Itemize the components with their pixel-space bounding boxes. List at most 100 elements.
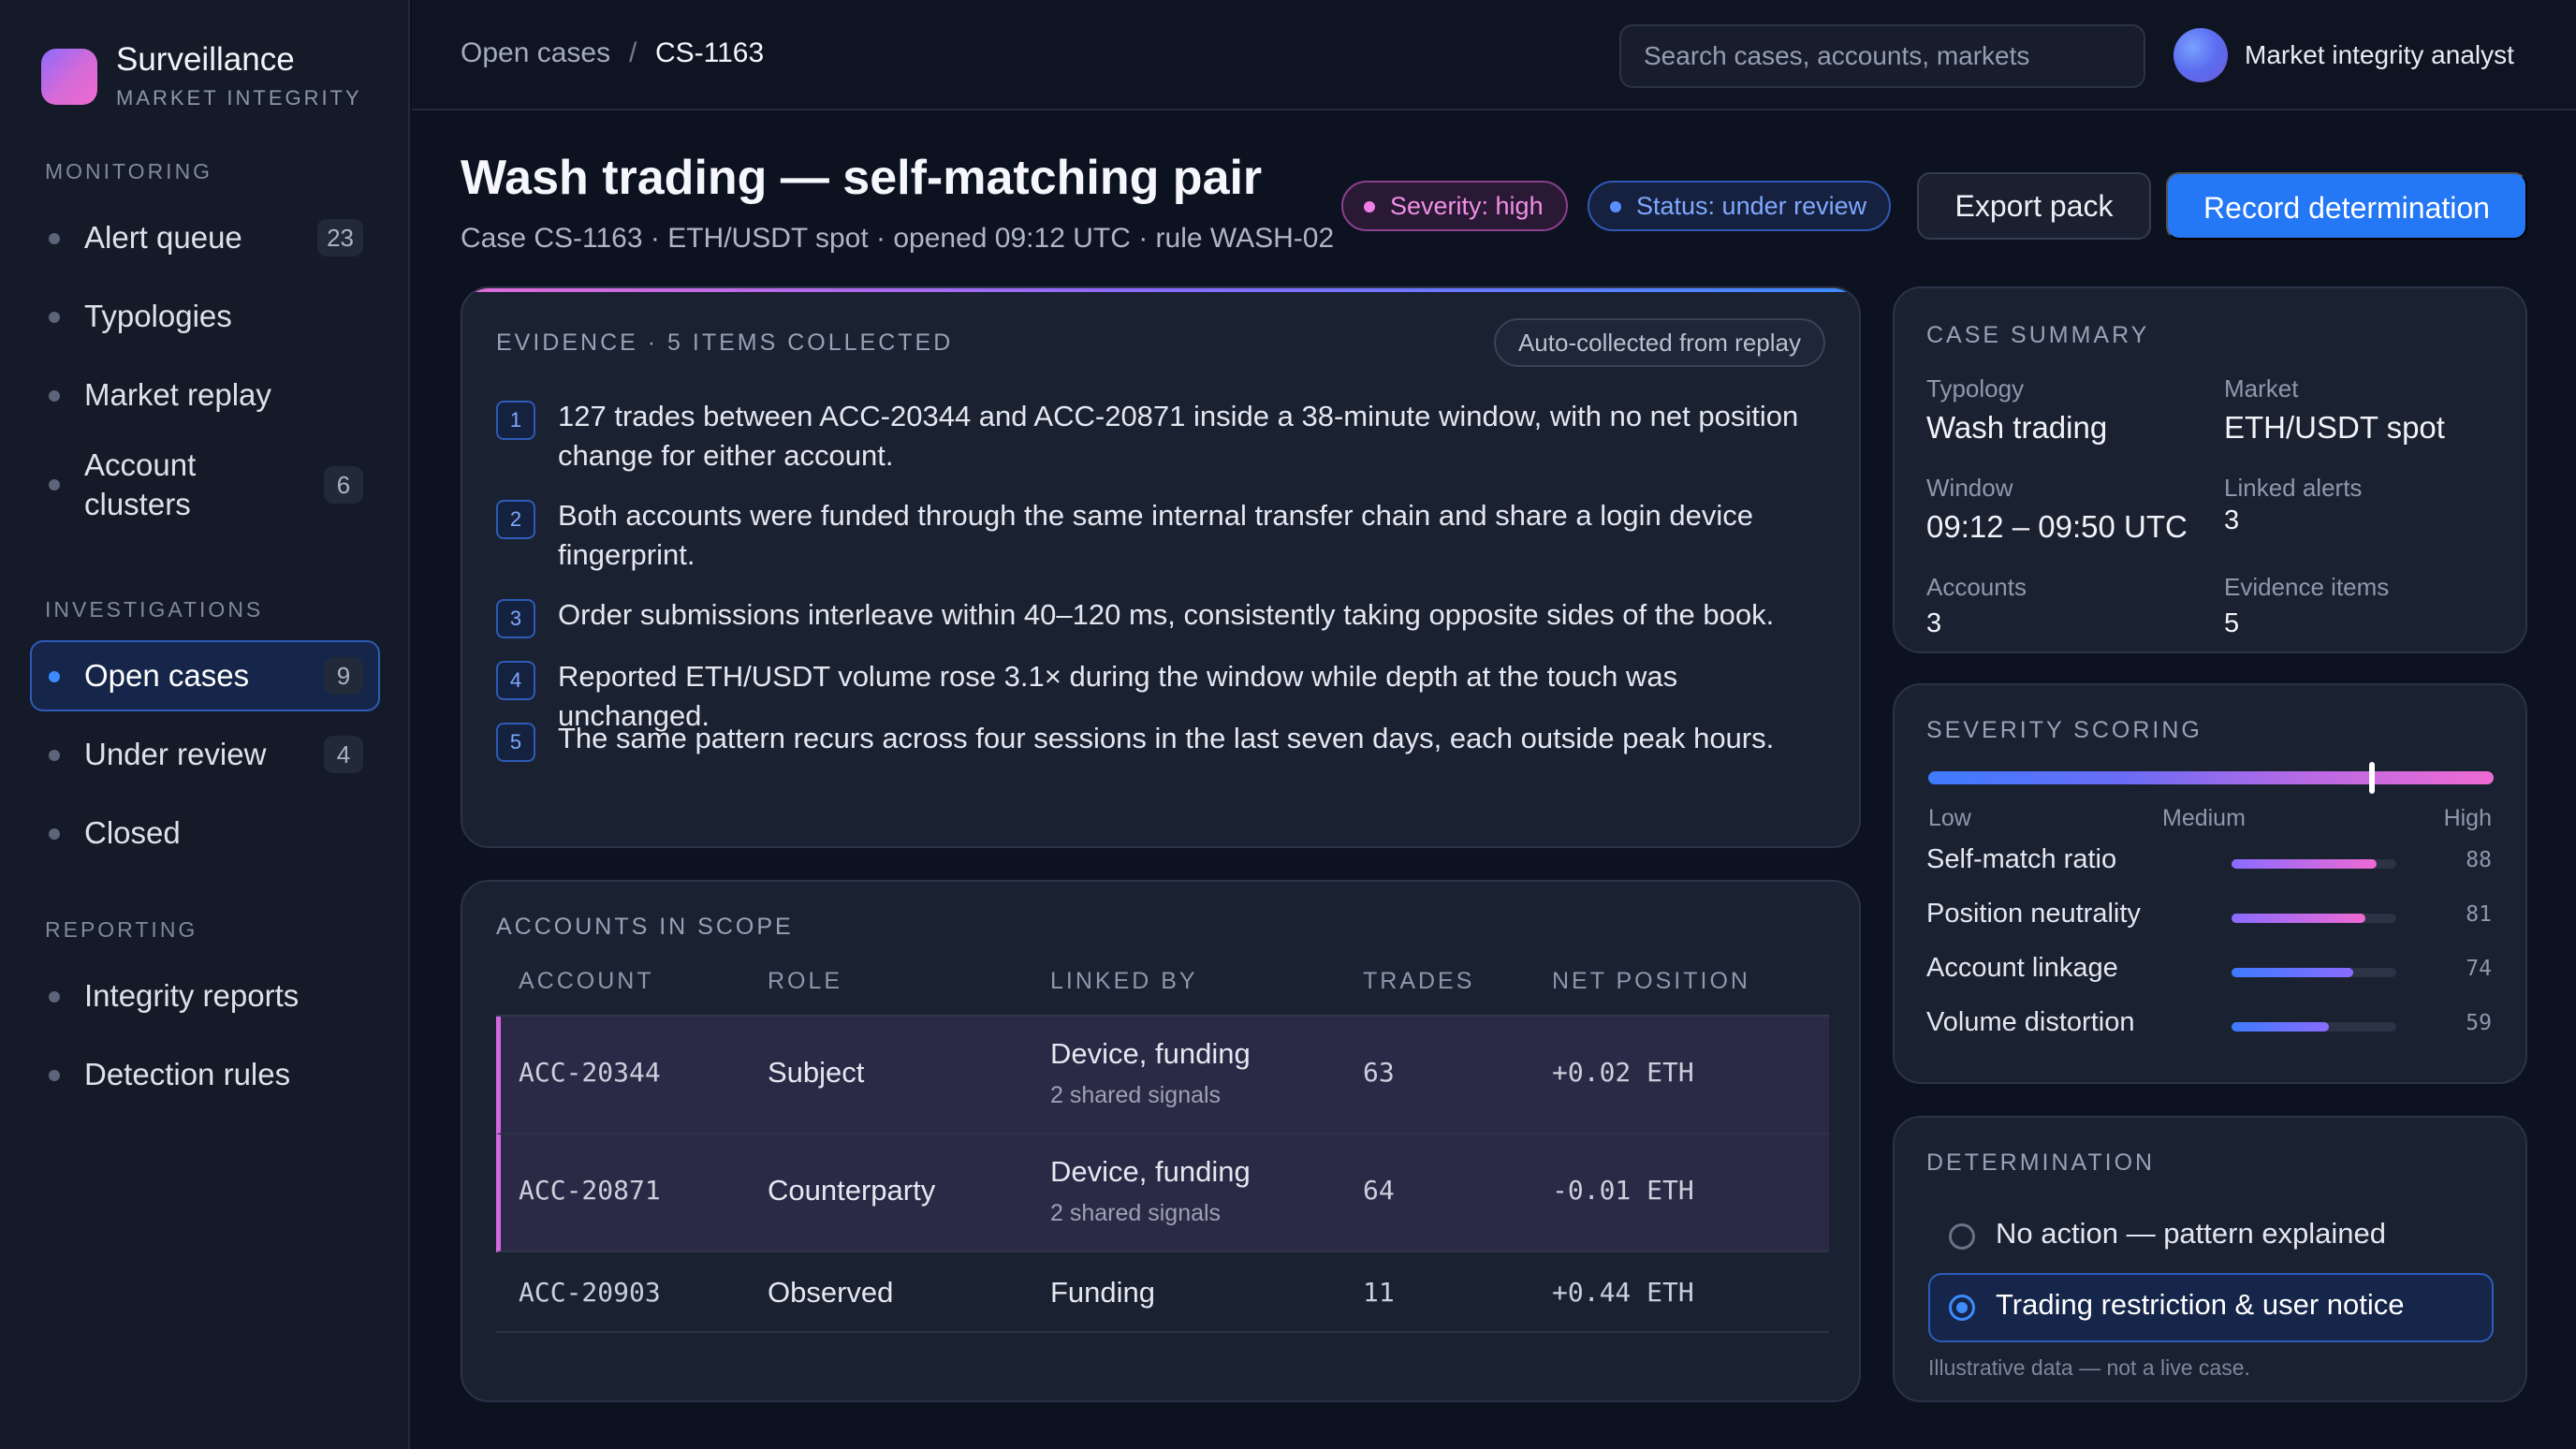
bullet-icon: [49, 991, 60, 1003]
metric-track: [2232, 914, 2396, 923]
sidebar-item-label: Under review: [84, 737, 267, 771]
metric-fill: [2232, 968, 2354, 977]
sidebar-item-closed[interactable]: Closed: [30, 798, 380, 869]
sidebar-item-under-review[interactable]: Under review 4: [30, 719, 380, 790]
bullet-icon: [49, 1070, 60, 1081]
trade-count: 64: [1363, 1175, 1395, 1206]
net-position: +0.02 ETH: [1552, 1057, 1694, 1088]
metric-fill: [2232, 914, 2365, 923]
metric-value: 74: [2466, 957, 2492, 981]
summary-value-typology: Wash trading: [1926, 410, 2108, 445]
sidebar-item-count: 4: [324, 736, 363, 773]
net-position: -0.01 ETH: [1552, 1175, 1694, 1206]
accounts-title: ACCOUNTS IN SCOPE: [496, 914, 794, 940]
sidebar-item-account-clusters[interactable]: Account clusters 6: [30, 440, 380, 530]
evidence-card: EVIDENCE · 5 ITEMS COLLECTED Auto-collec…: [461, 286, 1861, 848]
sidebar-item-open-cases[interactable]: Open cases 9: [30, 640, 380, 711]
sidebar-item-detection-rules[interactable]: Detection rules: [30, 1039, 380, 1110]
account-role: Counterparty: [768, 1174, 936, 1207]
brand-subtitle: MARKET INTEGRITY: [116, 86, 362, 110]
column-header-linked-by: LINKED BY: [1050, 968, 1198, 994]
metric-label: Volume distortion: [1926, 1007, 2135, 1037]
radio-icon[interactable]: [1949, 1223, 1975, 1250]
option-no-action[interactable]: No action — pattern explained: [1928, 1202, 2494, 1271]
sidebar-item-market-replay[interactable]: Market replay: [30, 359, 380, 431]
summary-label-market: Market: [2224, 374, 2299, 402]
brand-name: Surveillance: [116, 41, 295, 78]
sidebar-item-typologies[interactable]: Typologies: [30, 281, 380, 352]
account-id: ACC-20871: [519, 1175, 661, 1206]
sidebar-item-label: Account clusters: [84, 447, 197, 521]
page-title: Wash trading — self-matching pair: [461, 151, 1263, 205]
sidebar-item-label: Integrity reports: [84, 978, 300, 1013]
determination-card: DETERMINATION No action — pattern explai…: [1893, 1116, 2527, 1402]
severity-marker: [2369, 762, 2376, 794]
evidence-number: 2: [496, 500, 535, 539]
account-role: Subject: [768, 1056, 865, 1089]
column-header-trades: TRADES: [1363, 968, 1475, 994]
linked-by: Device, funding: [1050, 1155, 1251, 1188]
case-summary-title: CASE SUMMARY: [1926, 322, 2150, 348]
breadcrumb-open-cases[interactable]: Open cases: [461, 37, 610, 69]
metric-fill: [2232, 859, 2377, 869]
option-label: Trading restriction & user notice: [1996, 1288, 2405, 1321]
evidence-title: EVIDENCE · 5 ITEMS COLLECTED: [496, 329, 954, 356]
status-badge: Status: under review: [1588, 181, 1892, 231]
bullet-icon: [49, 750, 60, 761]
avatar[interactable]: [2174, 28, 2228, 82]
case-summary-card: CASE SUMMARY Typology Wash trading Marke…: [1893, 286, 2527, 653]
option-trading-restriction[interactable]: Trading restriction & user notice: [1928, 1273, 2494, 1342]
breadcrumb-current: CS-1163: [655, 37, 765, 68]
record-determination-button[interactable]: Record determination: [2166, 172, 2527, 240]
table-row[interactable]: ACC-20871 Counterparty Device, funding 2…: [496, 1134, 1829, 1252]
summary-label-typology: Typology: [1926, 374, 2025, 402]
sidebar-item-alert-queue[interactable]: Alert queue 23: [30, 202, 380, 273]
auto-collected-tag: Auto-collected from replay: [1493, 318, 1825, 367]
summary-value-evidence-items: 5: [2224, 608, 2240, 638]
sidebar: Surveillance MARKET INTEGRITY MONITORING…: [0, 0, 410, 1449]
bullet-icon: [49, 479, 60, 490]
summary-label-linked-alerts: Linked alerts: [2224, 474, 2363, 502]
evidence-number: 4: [496, 661, 535, 700]
radio-selected-icon[interactable]: [1949, 1295, 1975, 1321]
table-row[interactable]: ACC-20344 Subject Device, funding 2 shar…: [496, 1017, 1829, 1134]
column-header-net-position: NET POSITION: [1552, 968, 1750, 994]
summary-label-window: Window: [1926, 474, 2013, 502]
accounts-card: ACCOUNTS IN SCOPE ACCOUNT ROLE LINKED BY…: [461, 880, 1861, 1402]
metric-value: 59: [2466, 1011, 2492, 1035]
metric-track: [2232, 968, 2396, 977]
sidebar-section-monitoring: MONITORING: [45, 159, 213, 183]
evidence-number: 1: [496, 401, 535, 440]
linked-signals: 2 shared signals: [1050, 1200, 1222, 1226]
summary-value-accounts: 3: [1926, 608, 1942, 638]
search-input[interactable]: [1621, 26, 2144, 86]
breadcrumb-separator: /: [629, 37, 637, 68]
sidebar-item-integrity-reports[interactable]: Integrity reports: [30, 960, 380, 1032]
evidence-text: Both accounts were funded through the sa…: [558, 499, 1753, 571]
sidebar-item-label: Closed: [84, 815, 181, 850]
severity-badge-label: Severity: high: [1390, 192, 1544, 220]
sidebar-item-count: 6: [324, 466, 363, 504]
sidebar-item-label: Market replay: [84, 377, 271, 412]
determination-title: DETERMINATION: [1926, 1149, 2156, 1176]
sidebar-item-count: 9: [324, 657, 363, 695]
severity-scale-low: Low: [1928, 805, 1971, 831]
table-row[interactable]: ACC-20903 Observed Funding 11 +0.44 ETH: [496, 1252, 1829, 1333]
evidence-accent-bar: [462, 288, 1859, 292]
bullet-icon: [49, 312, 60, 323]
linked-signals: 2 shared signals: [1050, 1082, 1222, 1108]
severity-scoring-card: SEVERITY SCORING Low Medium High Self-ma…: [1893, 683, 2527, 1084]
user-name[interactable]: Market integrity analyst: [2245, 40, 2514, 70]
severity-gradient-bar: [1928, 771, 2494, 784]
trade-count: 63: [1363, 1057, 1395, 1088]
net-position: +0.44 ETH: [1552, 1277, 1694, 1308]
sidebar-section-reporting: REPORTING: [45, 917, 198, 942]
sidebar-item-label: Open cases: [84, 658, 250, 693]
summary-label-evidence-items: Evidence items: [2224, 573, 2390, 601]
evidence-number: 5: [496, 723, 535, 762]
sidebar-item-label: Alert queue: [84, 220, 242, 255]
summary-value-market: ETH/USDT spot: [2224, 410, 2445, 445]
export-pack-button[interactable]: Export pack: [1917, 172, 2151, 240]
summary-label-accounts: Accounts: [1926, 573, 2027, 601]
bullet-icon: [49, 233, 60, 244]
